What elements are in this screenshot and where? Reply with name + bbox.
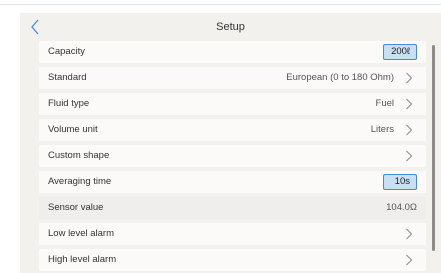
setting-label: High level alarm [48,254,117,265]
chevron-right-icon [405,150,413,162]
chevron-right-icon [405,254,413,266]
chevron-right-icon [405,72,413,84]
setting-row-fluid-type[interactable]: Fluid type Fuel [39,93,426,115]
chevron-right-icon [405,228,413,240]
setting-row-volume-unit[interactable]: Volume unit Liters [39,119,426,141]
setting-row-high-level-alarm[interactable]: High level alarm [39,249,426,271]
setting-row-standard[interactable]: Standard European (0 to 180 Ohm) [39,67,426,89]
setting-label: Sensor value [48,202,104,213]
averaging-time-value-field[interactable]: 10s [383,174,417,190]
top-divider [0,4,441,5]
setting-label: Low level alarm [48,228,114,239]
setting-label: Volume unit [48,124,98,135]
setting-row-low-level-alarm[interactable]: Low level alarm [39,223,426,245]
sensor-value-readout: 104.0Ω [386,202,417,213]
setting-label: Fluid type [48,98,90,109]
chevron-right-icon [405,124,413,136]
capacity-value-field[interactable]: 200ℓ [383,44,417,60]
setting-label: Averaging time [48,176,112,187]
app-window: Setup Capacity 200ℓ Standard European (0… [0,0,441,273]
setting-row-custom-shape[interactable]: Custom shape [39,145,426,167]
setting-label: Custom shape [48,150,110,161]
setting-label: Capacity [48,46,85,57]
setup-screen: Setup Capacity 200ℓ Standard European (0… [20,13,441,273]
chevron-right-icon [405,98,413,110]
setting-label: Standard [48,72,87,83]
header-bar: Setup [20,13,441,41]
setting-value: European (0 to 180 Ohm) [286,72,394,83]
setting-value: Liters [370,124,394,135]
setting-value: Fuel [375,98,394,109]
setting-row-averaging-time[interactable]: Averaging time 10s [39,171,426,193]
page-title: Setup [216,21,245,33]
setting-row-sensor-value: Sensor value 104.0Ω [39,197,426,219]
settings-list: Capacity 200ℓ Standard European (0 to 18… [39,41,426,273]
setting-row-capacity[interactable]: Capacity 200ℓ [39,41,426,63]
scrollbar[interactable] [432,45,435,251]
